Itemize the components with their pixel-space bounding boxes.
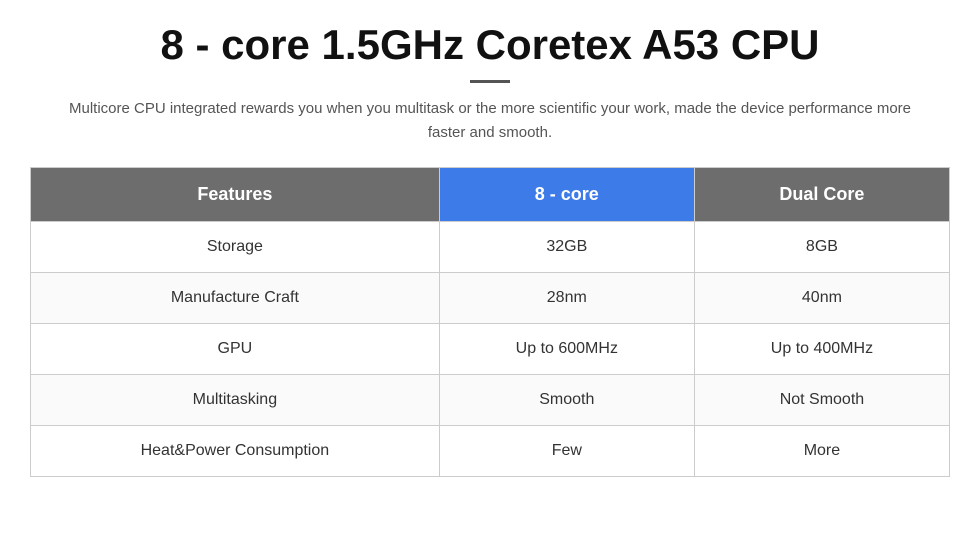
table-body: Storage32GB8GBManufacture Craft28nm40nmG… — [31, 222, 950, 477]
header-8core: 8 - core — [439, 168, 694, 222]
cell-8core-val: 32GB — [439, 222, 694, 273]
table-row: GPUUp to 600MHzUp to 400MHz — [31, 324, 950, 375]
cell-dualcore-val: Up to 400MHz — [694, 324, 949, 375]
cell-8core-val: Smooth — [439, 375, 694, 426]
cell-feature: GPU — [31, 324, 440, 375]
main-container: 8 - core 1.5GHz Coretex A53 CPU Multicor… — [30, 20, 950, 477]
table-row: MultitaskingSmoothNot Smooth — [31, 375, 950, 426]
cell-dualcore-val: 40nm — [694, 273, 949, 324]
cell-8core-val: Few — [439, 426, 694, 477]
title-divider — [470, 80, 510, 83]
cell-dualcore-val: Not Smooth — [694, 375, 949, 426]
page-title: 8 - core 1.5GHz Coretex A53 CPU — [30, 20, 950, 70]
comparison-table: Features 8 - core Dual Core Storage32GB8… — [30, 167, 950, 477]
cell-feature: Manufacture Craft — [31, 273, 440, 324]
cell-feature: Heat&Power Consumption — [31, 426, 440, 477]
cell-8core-val: 28nm — [439, 273, 694, 324]
cell-dualcore-val: 8GB — [694, 222, 949, 273]
table-row: Heat&Power ConsumptionFewMore — [31, 426, 950, 477]
header-dualcore: Dual Core — [694, 168, 949, 222]
cell-feature: Multitasking — [31, 375, 440, 426]
table-row: Storage32GB8GB — [31, 222, 950, 273]
table-row: Manufacture Craft28nm40nm — [31, 273, 950, 324]
cell-dualcore-val: More — [694, 426, 949, 477]
header-features: Features — [31, 168, 440, 222]
table-header-row: Features 8 - core Dual Core — [31, 168, 950, 222]
cell-8core-val: Up to 600MHz — [439, 324, 694, 375]
cell-feature: Storage — [31, 222, 440, 273]
page-subtitle: Multicore CPU integrated rewards you whe… — [60, 97, 920, 145]
